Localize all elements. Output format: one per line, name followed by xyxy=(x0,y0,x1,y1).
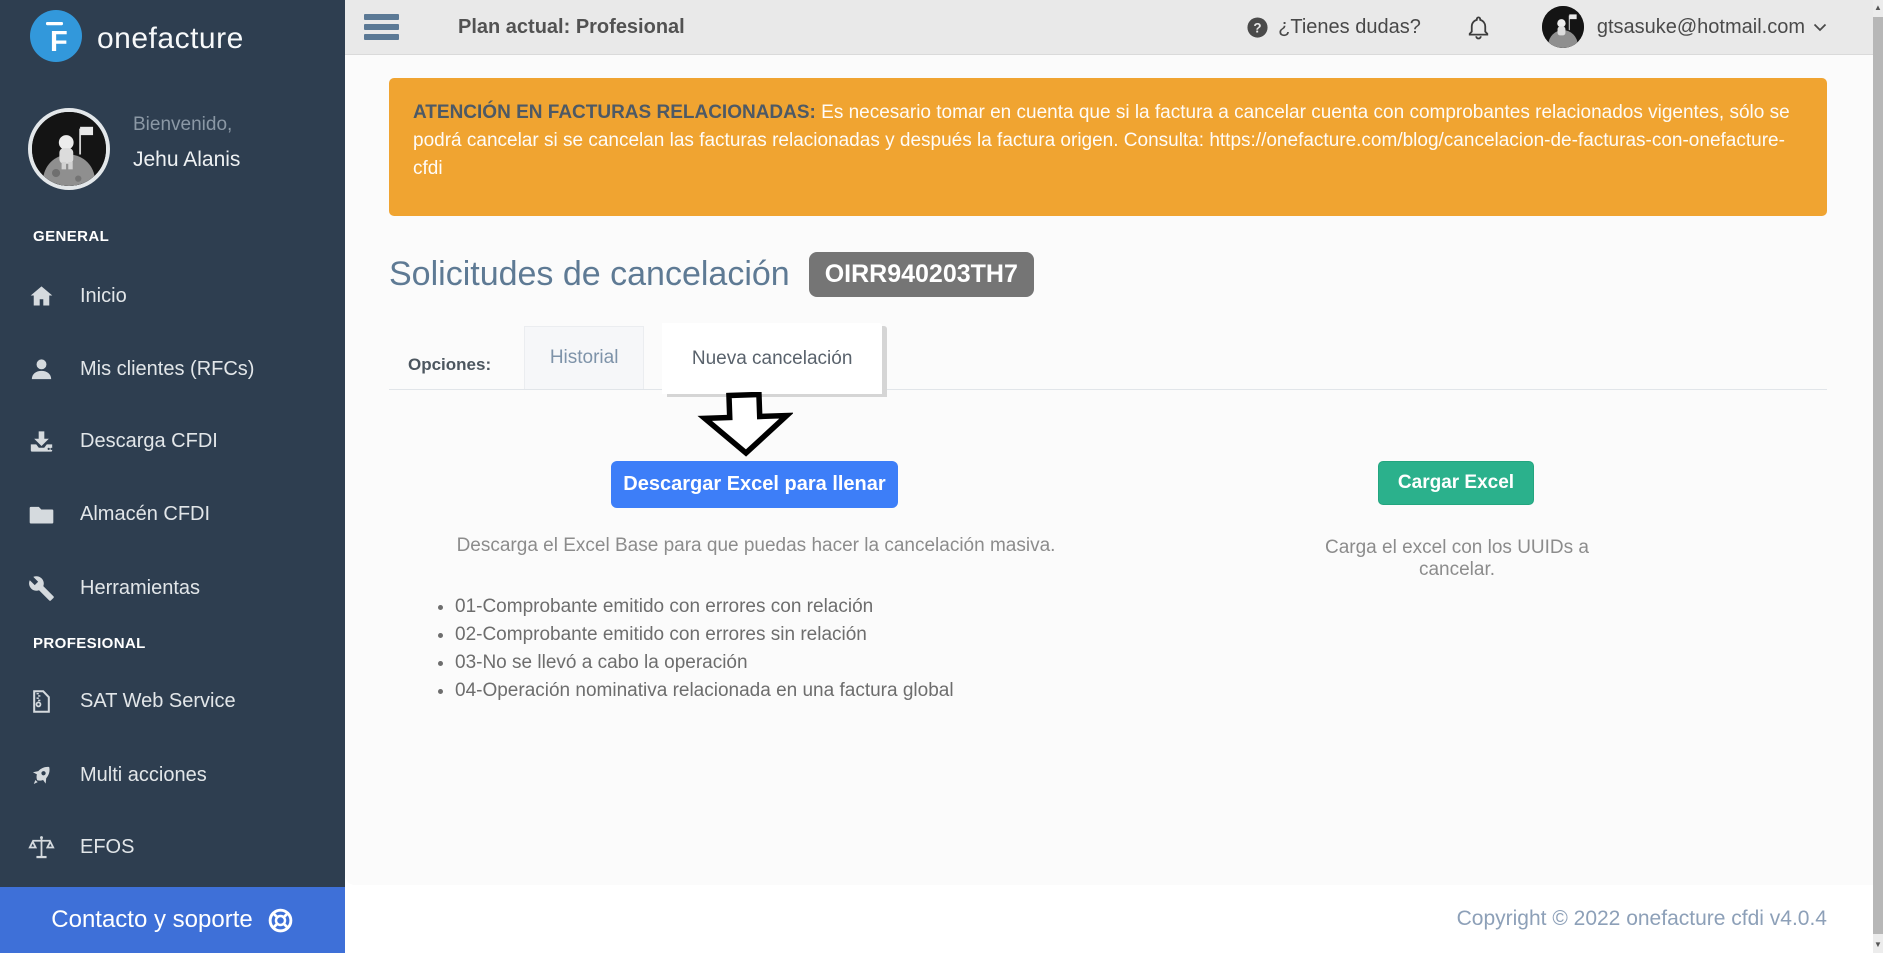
rfc-badge: OIRR940203TH7 xyxy=(809,252,1034,297)
sidebar-item-descarga-cfdi[interactable]: Descarga CFDI xyxy=(28,425,218,457)
user-email: gtsasuke@hotmail.com xyxy=(1597,16,1805,39)
scale-icon xyxy=(28,834,55,861)
upload-excel-button[interactable]: Cargar Excel xyxy=(1378,461,1534,505)
list-item: 02-Comprobante emitido con errores sin r… xyxy=(455,621,954,649)
sidebar: F onefacture Bienvenido, Jehu Alanis GEN… xyxy=(0,0,345,887)
tabs-label: Opciones: xyxy=(408,355,491,375)
question-circle-icon: ? xyxy=(1246,16,1269,39)
section-label-profesional: PROFESIONAL xyxy=(33,635,146,652)
sidebar-item-label: Descarga CFDI xyxy=(80,430,218,453)
life-ring-icon xyxy=(267,907,294,934)
list-item: 03-No se llevó a cabo la operación xyxy=(455,649,954,677)
scrollbar-thumb[interactable] xyxy=(1873,17,1883,934)
list-item: 04-Operación nominativa relacionada en u… xyxy=(455,677,954,705)
brand[interactable]: F onefacture xyxy=(30,10,244,67)
contact-support-button[interactable]: Contacto y soporte xyxy=(0,887,345,953)
alert-banner: ATENCIÓN EN FACTURAS RELACIONADAS: Es ne… xyxy=(389,78,1827,216)
topbar: Plan actual: Profesional ? ¿Tienes dudas… xyxy=(345,0,1873,55)
svg-text:F: F xyxy=(50,26,68,58)
help-label: ¿Tienes dudas? xyxy=(1278,16,1421,39)
svg-text:?: ? xyxy=(1254,20,1262,35)
sidebar-item-label: Herramientas xyxy=(80,577,200,600)
zip-file-icon xyxy=(28,688,55,715)
tab-nueva-cancelacion[interactable]: Nueva cancelación xyxy=(662,323,882,394)
sidebar-item-label: Almacén CFDI xyxy=(80,503,210,526)
sidebar-item-herramientas[interactable]: Herramientas xyxy=(28,572,200,604)
sidebar-user-name: Jehu Alanis xyxy=(133,148,240,172)
wrench-icon xyxy=(28,575,55,602)
contact-support-label: Contacto y soporte xyxy=(51,906,252,934)
home-icon xyxy=(28,283,55,310)
tabs-row: Opciones: Historial Nueva cancelación xyxy=(389,318,1827,390)
upload-caption: Carga el excel con los UUIDs a cancelar. xyxy=(1292,537,1622,581)
folder-icon xyxy=(28,501,55,528)
download-excel-button[interactable]: Descargar Excel para llenar xyxy=(611,461,898,508)
user-icon xyxy=(28,356,55,383)
plan-label: Plan actual: Profesional xyxy=(458,16,685,39)
help-link[interactable]: ? ¿Tienes dudas? xyxy=(1246,16,1421,39)
chevron-down-icon xyxy=(1813,23,1827,32)
copyright-text: Copyright © 2022 onefacture cfdi v4.0.4 xyxy=(1457,907,1827,931)
list-item: 01-Comprobante emitido con errores con r… xyxy=(455,593,954,621)
download-icon xyxy=(28,428,55,455)
sidebar-item-almacen-cfdi[interactable]: Almacén CFDI xyxy=(28,498,210,530)
scrollbar-up-icon[interactable]: ▲ xyxy=(1873,3,1883,13)
content-panel: ATENCIÓN EN FACTURAS RELACIONADAS: Es ne… xyxy=(345,55,1873,885)
sidebar-item-label: Mis clientes (RFCs) xyxy=(80,358,254,381)
tab-historial[interactable]: Historial xyxy=(524,326,644,389)
sidebar-item-efos[interactable]: EFOS xyxy=(28,831,134,863)
hamburger-icon[interactable] xyxy=(364,14,399,40)
down-arrow-annotation-icon xyxy=(697,392,793,458)
sidebar-item-multi-acciones[interactable]: Multi acciones xyxy=(28,759,207,791)
cancellation-reasons-list: 01-Comprobante emitido con errores con r… xyxy=(455,593,954,705)
section-label-general: GENERAL xyxy=(33,228,109,245)
page-title: Solicitudes de cancelación xyxy=(389,255,790,294)
welcome-label: Bienvenido, xyxy=(133,114,232,136)
rocket-icon xyxy=(28,762,55,789)
sidebar-item-label: EFOS xyxy=(80,836,134,859)
sidebar-item-mis-clientes[interactable]: Mis clientes (RFCs) xyxy=(28,353,254,385)
download-caption: Descarga el Excel Base para que puedas h… xyxy=(456,535,1056,557)
main-area: Plan actual: Profesional ? ¿Tienes dudas… xyxy=(345,0,1873,953)
sidebar-avatar[interactable] xyxy=(28,108,110,190)
scrollbar-down-icon[interactable]: ▼ xyxy=(1873,940,1883,950)
topbar-avatar[interactable] xyxy=(1542,6,1584,48)
sidebar-item-sat-web-service[interactable]: SAT Web Service xyxy=(28,685,236,717)
alert-title: ATENCIÓN EN FACTURAS RELACIONADAS: xyxy=(413,102,816,123)
vertical-scrollbar[interactable]: ▲ ▼ xyxy=(1873,0,1883,953)
footer: Copyright © 2022 onefacture cfdi v4.0.4 xyxy=(345,885,1873,953)
sidebar-item-label: SAT Web Service xyxy=(80,690,236,713)
account-menu[interactable]: gtsasuke@hotmail.com xyxy=(1597,16,1827,39)
sidebar-item-inicio[interactable]: Inicio xyxy=(28,280,127,312)
brand-name: onefacture xyxy=(97,22,244,56)
sidebar-item-label: Inicio xyxy=(80,285,127,308)
sidebar-item-label: Multi acciones xyxy=(80,764,207,787)
onefacture-logo-icon: F xyxy=(30,10,82,67)
bell-icon[interactable] xyxy=(1465,14,1492,41)
